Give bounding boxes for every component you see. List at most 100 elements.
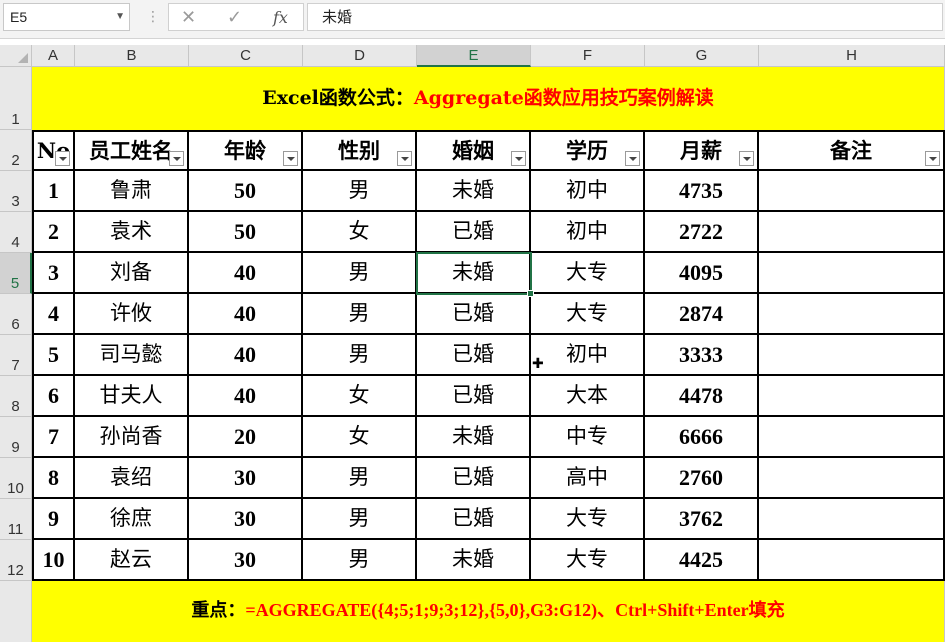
cell-marriage[interactable]: 已婚 bbox=[417, 458, 531, 499]
column-header-c[interactable]: C bbox=[189, 45, 303, 67]
cell-no[interactable]: 2 bbox=[32, 212, 75, 253]
cell-name[interactable]: 许攸 bbox=[75, 294, 189, 335]
cell-education[interactable]: 中专 bbox=[531, 417, 645, 458]
row-header-10[interactable]: 10 bbox=[0, 458, 32, 499]
cell-marriage[interactable]: 已婚 bbox=[417, 294, 531, 335]
cell-no[interactable]: 1 bbox=[32, 171, 75, 212]
cell-age[interactable]: 40 bbox=[189, 253, 303, 294]
cell-education[interactable]: 大本 bbox=[531, 376, 645, 417]
column-header-b[interactable]: B bbox=[75, 45, 189, 67]
cell-marriage[interactable]: 已婚 bbox=[417, 499, 531, 540]
cell-no[interactable]: 5 bbox=[32, 335, 75, 376]
cell-education[interactable]: 大专 bbox=[531, 253, 645, 294]
column-header-g[interactable]: G bbox=[645, 45, 759, 67]
row-header-13[interactable] bbox=[0, 581, 32, 642]
cell-education[interactable]: 大专 bbox=[531, 294, 645, 335]
row-header-6[interactable]: 6 bbox=[0, 294, 32, 335]
header-cell-salary[interactable]: 月薪 bbox=[645, 130, 759, 171]
cell-salary[interactable]: 4095 bbox=[645, 253, 759, 294]
cell-marriage[interactable]: 已婚 bbox=[417, 212, 531, 253]
title-banner[interactable]: Excel函数公式：Aggregate函数应用技巧案例解读 bbox=[32, 67, 945, 130]
cell-no[interactable]: 7 bbox=[32, 417, 75, 458]
filter-dropdown-icon[interactable] bbox=[55, 151, 70, 166]
row-header-1[interactable]: 1 bbox=[0, 67, 32, 130]
header-cell-no[interactable]: No bbox=[32, 130, 75, 171]
cell-age[interactable]: 40 bbox=[189, 335, 303, 376]
cell-name[interactable]: 司马懿 bbox=[75, 335, 189, 376]
cell-education[interactable]: 大专 bbox=[531, 540, 645, 581]
cell-education[interactable]: 初中 bbox=[531, 335, 645, 376]
cell-name[interactable]: 袁绍 bbox=[75, 458, 189, 499]
insert-function-icon[interactable]: fx bbox=[273, 7, 288, 29]
cell-age[interactable]: 50 bbox=[189, 212, 303, 253]
cell-name[interactable]: 鲁肃 bbox=[75, 171, 189, 212]
cell-salary[interactable]: 3333 bbox=[645, 335, 759, 376]
cell-marriage[interactable]: 未婚 bbox=[417, 540, 531, 581]
filter-dropdown-icon[interactable] bbox=[283, 151, 298, 166]
cell-gender[interactable]: 女 bbox=[303, 376, 417, 417]
cell-name[interactable]: 孙尚香 bbox=[75, 417, 189, 458]
row-header-7[interactable]: 7 bbox=[0, 335, 32, 376]
cell-gender[interactable]: 女 bbox=[303, 212, 417, 253]
cell-education[interactable]: 初中 bbox=[531, 171, 645, 212]
cell-education[interactable]: 大专 bbox=[531, 499, 645, 540]
enter-icon[interactable]: ✓ bbox=[227, 7, 242, 29]
cell-name[interactable]: 甘夫人 bbox=[75, 376, 189, 417]
filter-dropdown-icon[interactable] bbox=[925, 151, 940, 166]
cell-marriage[interactable]: 已婚 bbox=[417, 335, 531, 376]
tip-banner[interactable]: 重点：=AGGREGATE({4;5;1;9;3;12},{5,0},G3:G1… bbox=[32, 581, 945, 642]
row-header-5[interactable]: 5 bbox=[0, 253, 32, 294]
row-header-2[interactable]: 2 bbox=[0, 130, 32, 171]
cell-salary[interactable]: 4478 bbox=[645, 376, 759, 417]
cell-salary[interactable]: 2874 bbox=[645, 294, 759, 335]
cell-remark[interactable] bbox=[759, 417, 945, 458]
cancel-icon[interactable]: ✕ bbox=[181, 7, 196, 29]
cell-salary[interactable]: 6666 bbox=[645, 417, 759, 458]
column-header-d[interactable]: D bbox=[303, 45, 417, 67]
cell-no[interactable]: 4 bbox=[32, 294, 75, 335]
row-header-9[interactable]: 9 bbox=[0, 417, 32, 458]
cell-gender[interactable]: 男 bbox=[303, 253, 417, 294]
cell-marriage[interactable]: 已婚 bbox=[417, 376, 531, 417]
cell-age[interactable]: 50 bbox=[189, 171, 303, 212]
cell-gender[interactable]: 男 bbox=[303, 540, 417, 581]
column-header-h[interactable]: H bbox=[759, 45, 945, 67]
row-header-11[interactable]: 11 bbox=[0, 499, 32, 540]
cell-age[interactable]: 30 bbox=[189, 458, 303, 499]
cell-marriage[interactable]: 未婚 bbox=[417, 171, 531, 212]
fill-handle[interactable] bbox=[527, 290, 534, 297]
filter-dropdown-icon[interactable] bbox=[625, 151, 640, 166]
cell-name[interactable]: 袁术 bbox=[75, 212, 189, 253]
formula-input[interactable]: 未婚 bbox=[307, 3, 943, 31]
header-cell-marriage[interactable]: 婚姻 bbox=[417, 130, 531, 171]
cell-gender[interactable]: 男 bbox=[303, 335, 417, 376]
chevron-down-icon[interactable]: ▼ bbox=[115, 4, 125, 30]
active-cell-border[interactable] bbox=[416, 252, 534, 297]
cell-education[interactable]: 高中 bbox=[531, 458, 645, 499]
cell-name[interactable]: 刘备 bbox=[75, 253, 189, 294]
cell-salary[interactable]: 4735 bbox=[645, 171, 759, 212]
row-header-8[interactable]: 8 bbox=[0, 376, 32, 417]
header-cell-name[interactable]: 员工姓名 bbox=[75, 130, 189, 171]
cell-salary[interactable]: 4425 bbox=[645, 540, 759, 581]
cell-name[interactable]: 赵云 bbox=[75, 540, 189, 581]
filter-dropdown-icon[interactable] bbox=[739, 151, 754, 166]
cell-no[interactable]: 3 bbox=[32, 253, 75, 294]
cell-age[interactable]: 40 bbox=[189, 376, 303, 417]
cell-age[interactable]: 30 bbox=[189, 540, 303, 581]
cell-remark[interactable] bbox=[759, 540, 945, 581]
cell-gender[interactable]: 男 bbox=[303, 294, 417, 335]
cell-education[interactable]: 初中 bbox=[531, 212, 645, 253]
cell-remark[interactable] bbox=[759, 171, 945, 212]
cell-gender[interactable]: 女 bbox=[303, 417, 417, 458]
cell-no[interactable]: 6 bbox=[32, 376, 75, 417]
header-cell-age[interactable]: 年龄 bbox=[189, 130, 303, 171]
cell-age[interactable]: 30 bbox=[189, 499, 303, 540]
column-header-e[interactable]: E bbox=[417, 45, 531, 67]
cell-salary[interactable]: 2760 bbox=[645, 458, 759, 499]
cell-gender[interactable]: 男 bbox=[303, 499, 417, 540]
cell-no[interactable]: 9 bbox=[32, 499, 75, 540]
cell-remark[interactable] bbox=[759, 212, 945, 253]
cell-gender[interactable]: 男 bbox=[303, 458, 417, 499]
cell-age[interactable]: 20 bbox=[189, 417, 303, 458]
